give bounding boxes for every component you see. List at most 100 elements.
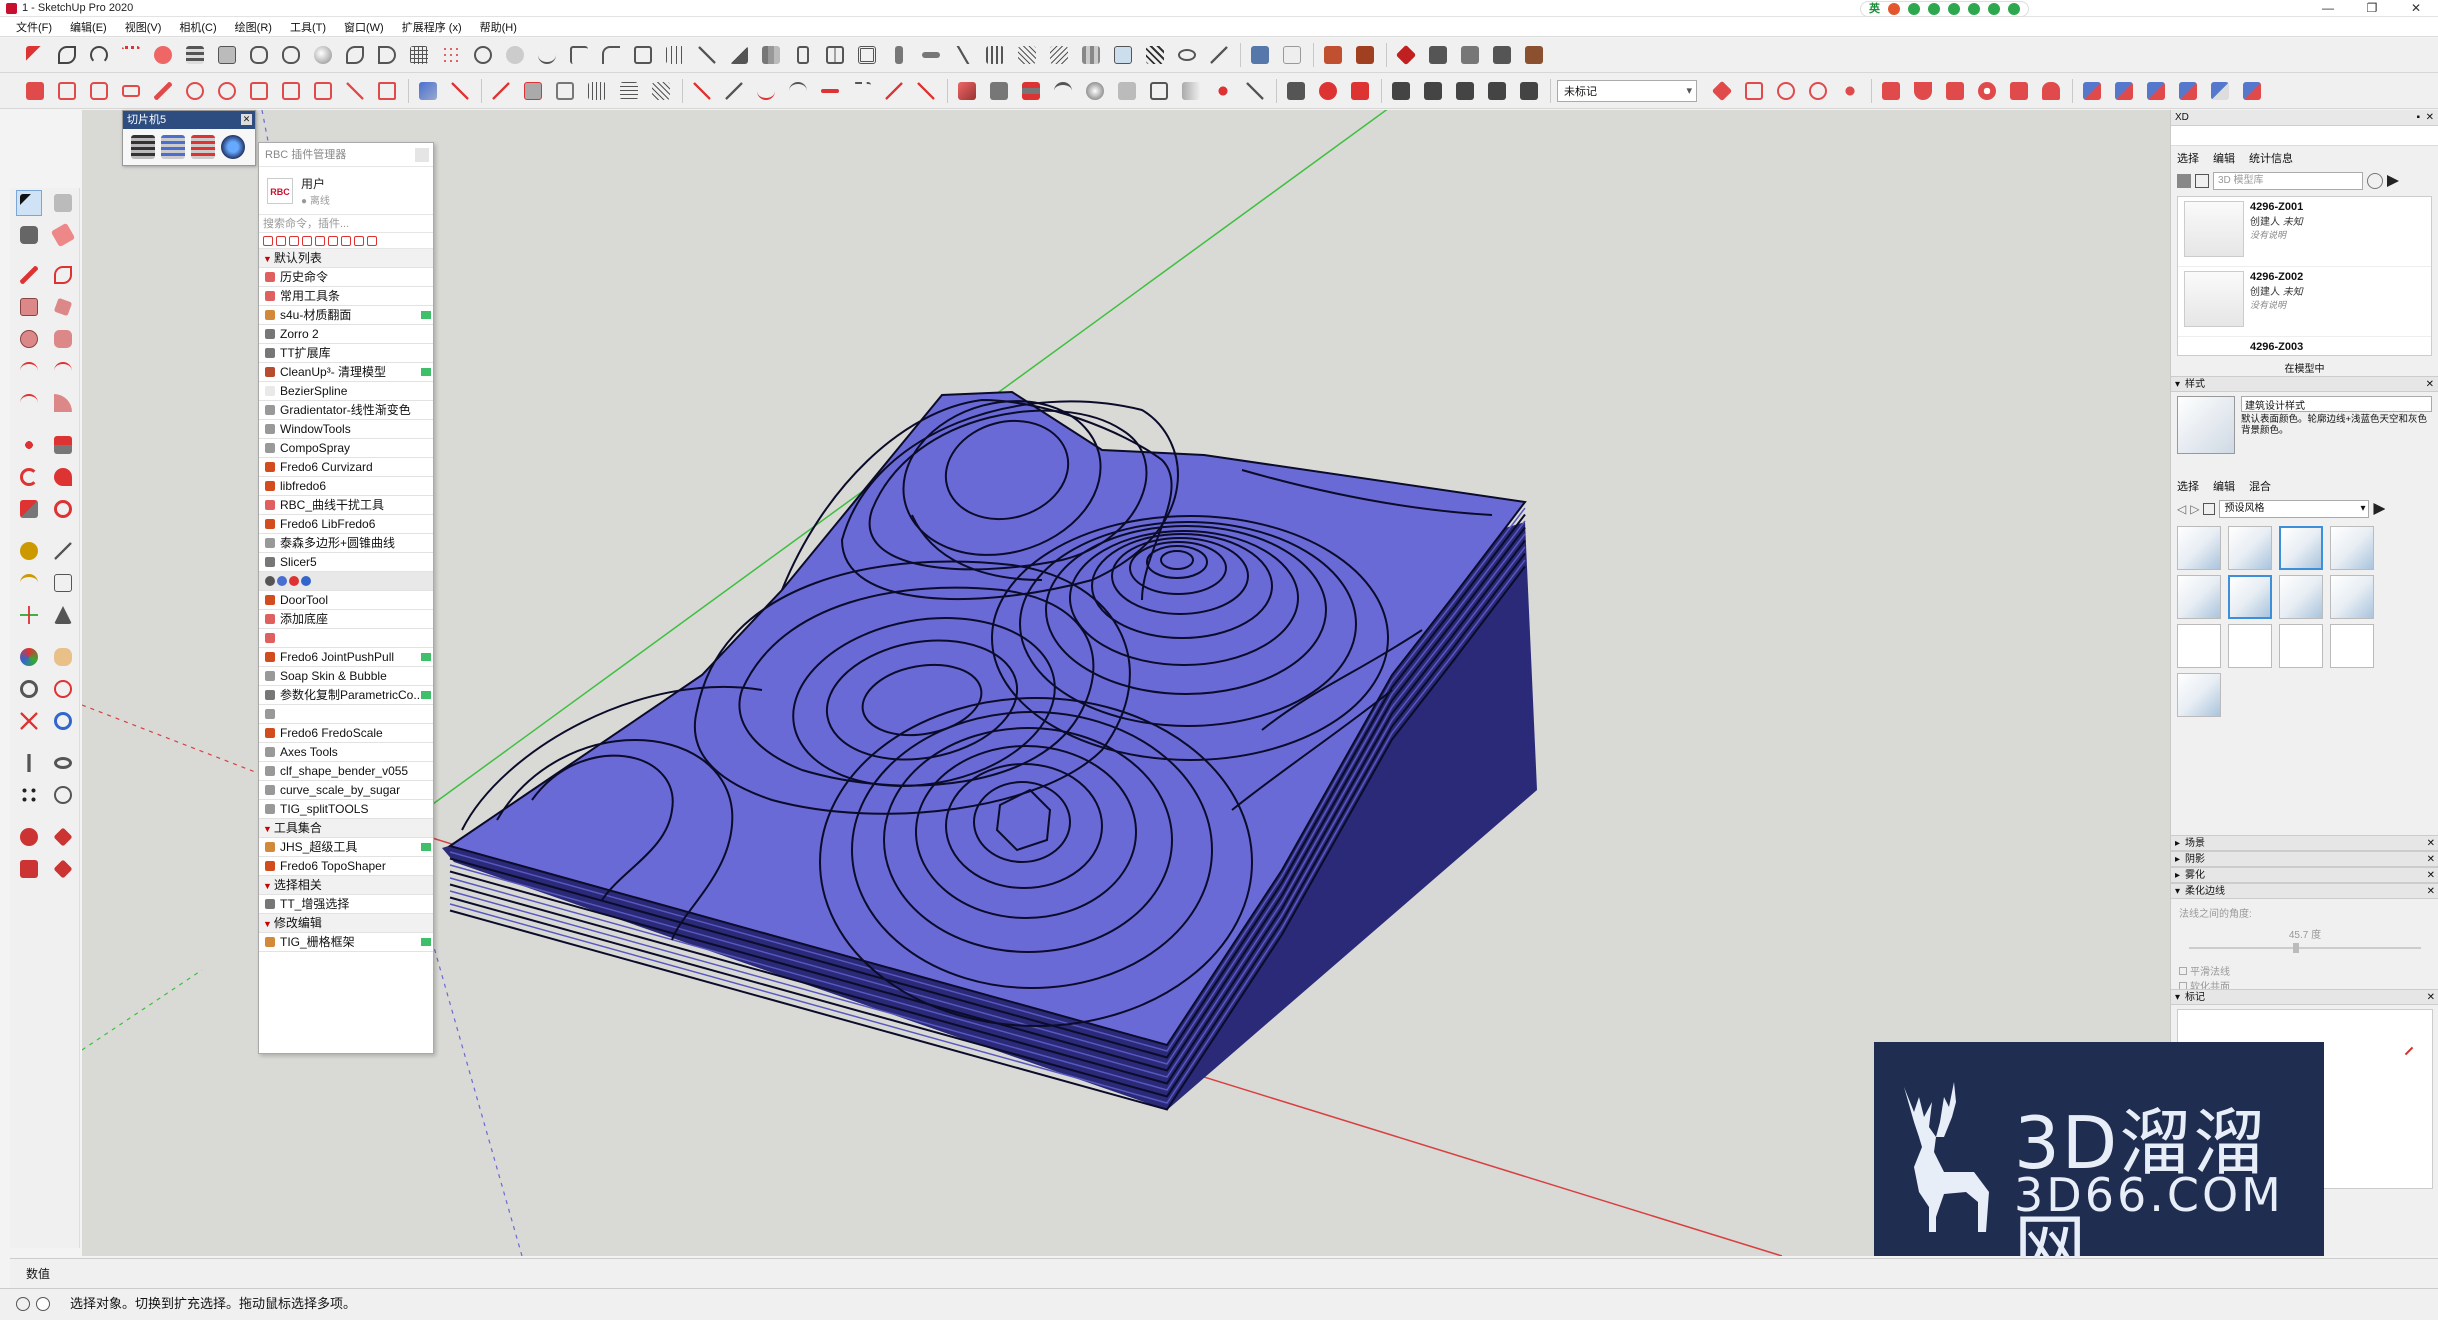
- trim-tool-icon[interactable]: [566, 42, 592, 68]
- style-thumb[interactable]: [2228, 624, 2272, 668]
- texture-tool-icon[interactable]: [1320, 42, 1346, 68]
- rbc-plugin-item[interactable]: RBC_曲线干扰工具: [259, 496, 433, 515]
- spline-tool-icon[interactable]: [785, 78, 811, 104]
- move-icon[interactable]: [16, 432, 42, 458]
- export-tool-icon[interactable]: [1425, 42, 1451, 68]
- slice-settings-icon[interactable]: [221, 135, 245, 159]
- pm-tool-icon[interactable]: [246, 78, 272, 104]
- rect-tool-icon[interactable]: [118, 78, 144, 104]
- diag-tool-icon[interactable]: [648, 78, 674, 104]
- ime-keyboard-icon[interactable]: [1968, 3, 1980, 15]
- rbc-plugin-item[interactable]: 参数化复制ParametricCo...: [259, 686, 433, 705]
- solid-tool-icon[interactable]: [520, 78, 546, 104]
- folder-tool-icon[interactable]: [54, 78, 80, 104]
- close-icon[interactable]: ✕: [2427, 990, 2435, 1005]
- rbc-plugin-item[interactable]: 添加底座: [259, 610, 433, 629]
- component-item[interactable]: 4296-Z002 创建人 未知 没有说明: [2178, 267, 2431, 337]
- rbc-group-header[interactable]: 修改编辑: [259, 914, 433, 933]
- pencil-tool-icon[interactable]: [150, 78, 176, 104]
- style-thumb[interactable]: [2177, 624, 2221, 668]
- menu-draw[interactable]: 绘图(R): [235, 19, 272, 35]
- rbc-plugin-item[interactable]: CleanUp³- 清理模型: [259, 363, 433, 382]
- toolbar-toggle-icon[interactable]: [421, 368, 431, 376]
- smooth-normals-checkbox[interactable]: [2179, 967, 2187, 975]
- offset-icon[interactable]: [50, 496, 76, 522]
- crop-tool-icon[interactable]: [374, 78, 400, 104]
- wave-tool-icon[interactable]: [534, 42, 560, 68]
- box2-tool-icon[interactable]: [552, 78, 578, 104]
- tile-tool-icon[interactable]: [1078, 42, 1104, 68]
- paint-tool-icon[interactable]: [150, 42, 176, 68]
- sun-tool-icon[interactable]: [1837, 78, 1863, 104]
- zoom-icon[interactable]: [16, 676, 42, 702]
- rbc-plugin-item[interactable]: [259, 705, 433, 724]
- rbc-close-button[interactable]: [415, 148, 429, 162]
- close-button[interactable]: ✕: [2394, 0, 2438, 17]
- soften-edges-section[interactable]: 柔化边线 ✕: [2171, 883, 2438, 899]
- rbc-title-bar[interactable]: RBC 插件管理器: [259, 143, 433, 167]
- menu-view[interactable]: 视图(V): [125, 19, 162, 35]
- file-tool-icon[interactable]: [310, 78, 336, 104]
- close-icon[interactable]: ✕: [2427, 868, 2435, 883]
- group5-tool-icon[interactable]: [1516, 78, 1542, 104]
- rbc-plugin-item[interactable]: TT_增强选择: [259, 895, 433, 914]
- rbc-plugin-item[interactable]: Axes Tools: [259, 743, 433, 762]
- page-tool-icon[interactable]: [278, 78, 304, 104]
- refresh-icon[interactable]: [341, 235, 351, 246]
- freehand-icon[interactable]: [50, 262, 76, 288]
- measurements-box[interactable]: 数值: [10, 1258, 2438, 1288]
- tag-tool-icon[interactable]: [1741, 78, 1767, 104]
- rbc-plugin-item[interactable]: 常用工具条: [259, 287, 433, 306]
- rbc-plugin-item[interactable]: Fredo6 TopoShaper: [259, 857, 433, 876]
- menu-help[interactable]: 帮助(H): [480, 19, 517, 35]
- knife-tool-icon[interactable]: [1242, 78, 1268, 104]
- style-thumb[interactable]: [2330, 575, 2374, 619]
- s5-tool-icon[interactable]: [1942, 78, 1968, 104]
- warehouse-icon[interactable]: [16, 824, 42, 850]
- edit-icon[interactable]: [302, 235, 312, 246]
- settings-icon[interactable]: [328, 235, 338, 246]
- previous-view-icon[interactable]: [50, 708, 76, 734]
- axis2-tool-icon[interactable]: [2079, 78, 2105, 104]
- pen-tool-icon[interactable]: [913, 78, 939, 104]
- position-camera-icon[interactable]: [16, 750, 42, 776]
- rbc-plugin-item[interactable]: s4u-材质翻面: [259, 306, 433, 325]
- rbc-plugin-item[interactable]: JHS_超级工具: [259, 838, 433, 857]
- ime-logo-icon[interactable]: [1888, 3, 1900, 15]
- slicer-mini-icon[interactable]: [265, 576, 275, 586]
- extension-warehouse-icon[interactable]: [50, 824, 76, 850]
- rbc-plugin-item[interactable]: Slicer5: [259, 553, 433, 572]
- menu-file[interactable]: 文件(F): [16, 19, 52, 35]
- walk-icon[interactable]: [16, 782, 42, 808]
- close-icon[interactable]: ✕: [2426, 377, 2434, 392]
- rbc-plugin-item[interactable]: [259, 572, 433, 591]
- scenes-section[interactable]: 场景 ✕: [2171, 835, 2438, 851]
- in-model-label[interactable]: 在模型中: [2171, 360, 2438, 376]
- pin-tool-icon[interactable]: [1210, 78, 1236, 104]
- rbc-group-header[interactable]: 默认列表: [259, 249, 433, 268]
- style-thumb[interactable]: [2177, 673, 2221, 717]
- rbc2-tool-icon[interactable]: [1878, 78, 1904, 104]
- style-thumb[interactable]: [2330, 526, 2374, 570]
- column2-tool-icon[interactable]: [1178, 78, 1204, 104]
- select-arrow-icon[interactable]: [16, 190, 42, 216]
- search-icon[interactable]: [2367, 173, 2383, 189]
- library-tool-icon[interactable]: [1489, 42, 1515, 68]
- expand-tool-icon[interactable]: [342, 78, 368, 104]
- arc-tool-icon[interactable]: [86, 42, 112, 68]
- plate-tool-icon[interactable]: [1114, 78, 1140, 104]
- folder-icon[interactable]: [367, 235, 377, 246]
- truss-tool-icon[interactable]: [950, 42, 976, 68]
- group4-tool-icon[interactable]: [1484, 78, 1510, 104]
- beam-tool-icon[interactable]: [918, 42, 944, 68]
- tag-dropdown[interactable]: 未标记: [1557, 79, 1697, 102]
- slicer-mini-icon[interactable]: [277, 576, 287, 586]
- rbc-plugin-item[interactable]: WindowTools: [259, 420, 433, 439]
- bridge-tool-icon[interactable]: [1050, 78, 1076, 104]
- rbc-plugin-item[interactable]: BezierSpline: [259, 382, 433, 401]
- weld-tool-icon[interactable]: [721, 78, 747, 104]
- look-around-icon[interactable]: [50, 750, 76, 776]
- push-pull-icon[interactable]: [50, 432, 76, 458]
- move-tool-icon[interactable]: [986, 78, 1012, 104]
- tags-section[interactable]: 标记 ✕: [2171, 989, 2438, 1005]
